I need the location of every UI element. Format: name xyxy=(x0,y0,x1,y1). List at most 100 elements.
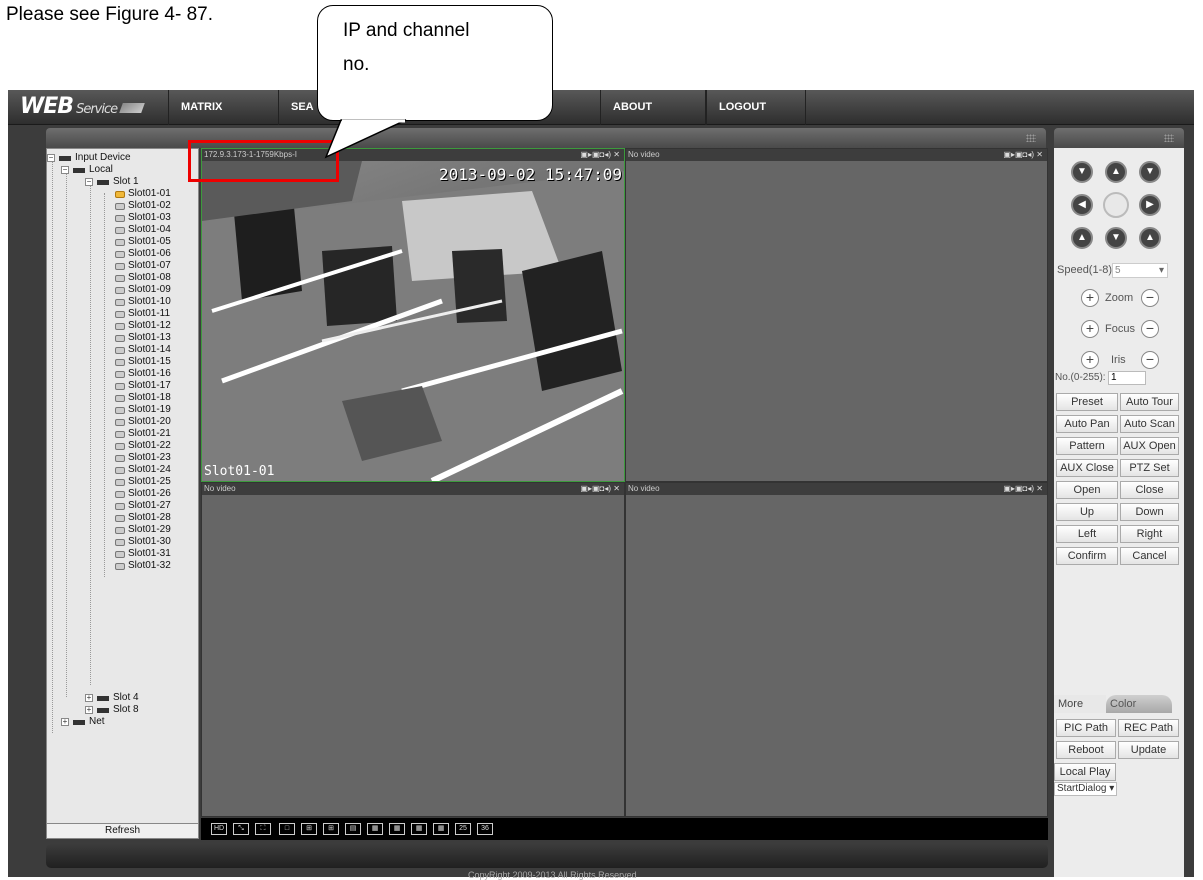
tree-channel-item[interactable]: Slot01-12 xyxy=(115,320,171,332)
video-control-icons[interactable]: ▣▸▣◘◂) ✕ xyxy=(580,149,620,161)
ptz-right-icon[interactable]: ▶ xyxy=(1139,194,1161,216)
auto-pan-button[interactable]: Auto Pan xyxy=(1056,415,1118,433)
reboot-button[interactable]: Reboot xyxy=(1056,741,1116,759)
tree-channel-item[interactable]: Slot01-01 xyxy=(115,188,171,200)
focus-minus-icon[interactable]: − xyxy=(1141,320,1159,338)
auto-tour-button[interactable]: Auto Tour xyxy=(1120,393,1179,411)
start-dialog-select[interactable]: StartDialog ▾ xyxy=(1054,782,1118,796)
layout-8-icon[interactable]: ▤ xyxy=(345,823,361,835)
tree-node-local[interactable]: − Local xyxy=(61,164,113,176)
tree-channel-item[interactable]: Slot01-15 xyxy=(115,356,171,368)
tree-channel-item[interactable]: Slot01-31 xyxy=(115,548,171,560)
tree-channel-item[interactable]: Slot01-08 xyxy=(115,272,171,284)
ptz-left-down-icon[interactable]: ▲ xyxy=(1071,227,1093,249)
speed-select[interactable]: 5 ▾ xyxy=(1112,263,1168,278)
tree-channel-item[interactable]: Slot01-11 xyxy=(115,308,170,320)
video-control-icons[interactable]: ▣▸▣◘◂) ✕ xyxy=(1003,149,1043,161)
ptz-up-icon[interactable]: ▲ xyxy=(1105,161,1127,183)
left-button[interactable]: Left xyxy=(1056,525,1118,543)
tree-channel-item[interactable]: Slot01-14 xyxy=(115,344,171,356)
tree-node-slot4[interactable]: + Slot 4 xyxy=(85,692,139,704)
preset-no-input[interactable]: 1 xyxy=(1108,371,1146,385)
tree-channel-item[interactable]: Slot01-16 xyxy=(115,368,171,380)
layout-16-icon[interactable]: ▦ xyxy=(411,823,427,835)
collapse-icon[interactable]: − xyxy=(61,166,69,174)
layout-4-icon[interactable]: ⊞ xyxy=(301,823,317,835)
up-button[interactable]: Up xyxy=(1056,503,1118,521)
down-button[interactable]: Down xyxy=(1120,503,1179,521)
expand-icon[interactable]: + xyxy=(61,718,69,726)
confirm-button[interactable]: Confirm xyxy=(1056,547,1118,565)
aux-close-button[interactable]: AUX Close xyxy=(1056,459,1118,477)
local-play-button[interactable]: Local Play xyxy=(1054,763,1116,781)
nav-logout[interactable]: LOGOUT xyxy=(706,90,806,125)
layout-6-icon[interactable]: ⊞ xyxy=(323,823,339,835)
preset-button[interactable]: Preset xyxy=(1056,393,1118,411)
video-control-icons[interactable]: ▣▸▣◘◂) ✕ xyxy=(1003,483,1043,495)
ptz-set-button[interactable]: PTZ Set xyxy=(1120,459,1179,477)
zoom-plus-icon[interactable]: + xyxy=(1081,289,1099,307)
pic-path-button[interactable]: PIC Path xyxy=(1056,719,1116,737)
tree-channel-item[interactable]: Slot01-27 xyxy=(115,500,171,512)
iris-plus-icon[interactable]: + xyxy=(1081,351,1099,369)
tree-channel-item[interactable]: Slot01-04 xyxy=(115,224,171,236)
focus-plus-icon[interactable]: + xyxy=(1081,320,1099,338)
tree-channel-item[interactable]: Slot01-19 xyxy=(115,404,171,416)
tree-channel-item[interactable]: Slot01-25 xyxy=(115,476,171,488)
iris-minus-icon[interactable]: − xyxy=(1141,351,1159,369)
tree-channel-item[interactable]: Slot01-09 xyxy=(115,284,171,296)
grip-icon[interactable] xyxy=(1026,134,1036,142)
video-control-icons[interactable]: ▣▸▣◘◂) ✕ xyxy=(580,483,620,495)
tree-channel-item[interactable]: Slot01-30 xyxy=(115,536,171,548)
nav-matrix-control[interactable]: MATRIX CONTROL xyxy=(168,90,278,148)
tree-channel-item[interactable]: Slot01-23 xyxy=(115,452,171,464)
layout-13-icon[interactable]: ▦ xyxy=(389,823,405,835)
layout-36-button[interactable]: 36 xyxy=(477,823,493,835)
tree-node-slot8[interactable]: + Slot 8 xyxy=(85,704,139,716)
auto-scan-button[interactable]: Auto Scan xyxy=(1120,415,1179,433)
expand-icon[interactable]: + xyxy=(85,694,93,702)
ptz-right-up-icon[interactable]: ▼ xyxy=(1139,161,1161,183)
open-button[interactable]: Open xyxy=(1056,481,1118,499)
tree-channel-item[interactable]: Slot01-26 xyxy=(115,488,171,500)
tree-channel-item[interactable]: Slot01-20 xyxy=(115,416,171,428)
tree-channel-item[interactable]: Slot01-18 xyxy=(115,392,171,404)
ptz-left-up-icon[interactable]: ▼ xyxy=(1071,161,1093,183)
collapse-icon[interactable]: − xyxy=(47,154,55,162)
grip-icon[interactable] xyxy=(1164,134,1174,142)
layout-hd-icon[interactable]: HD xyxy=(211,823,227,835)
video-window-4[interactable]: No video ▣▸▣◘◂) ✕ xyxy=(625,482,1048,817)
nav-about[interactable]: ABOUT xyxy=(600,90,706,125)
rec-path-button[interactable]: REC Path xyxy=(1118,719,1179,737)
layout-9-icon[interactable]: ▦ xyxy=(367,823,383,835)
tree-channel-item[interactable]: Slot01-03 xyxy=(115,212,171,224)
tree-node-slot1[interactable]: − Slot 1 xyxy=(85,176,139,188)
video-window-1[interactable]: 172.9.3.173-1-1759Kbps-I ▣▸▣◘◂) ✕ 2013-09… xyxy=(201,148,625,482)
tree-channel-item[interactable]: Slot01-07 xyxy=(115,260,171,272)
ptz-center-icon[interactable] xyxy=(1103,192,1129,218)
collapse-icon[interactable]: − xyxy=(85,178,93,186)
tree-node-net[interactable]: + Net xyxy=(61,716,105,728)
tree-channel-item[interactable]: Slot01-22 xyxy=(115,440,171,452)
tab-more[interactable]: More xyxy=(1054,695,1106,713)
tree-channel-item[interactable]: Slot01-02 xyxy=(115,200,171,212)
ptz-down-icon[interactable]: ▼ xyxy=(1105,227,1127,249)
aux-open-button[interactable]: AUX Open xyxy=(1120,437,1179,455)
close-button[interactable]: Close xyxy=(1120,481,1179,499)
layout-fullscreen-icon[interactable]: ⛶ xyxy=(255,823,271,835)
layout-1-icon[interactable]: □ xyxy=(279,823,295,835)
layout-resize-icon[interactable]: ⤡ xyxy=(233,823,249,835)
tree-channel-item[interactable]: Slot01-17 xyxy=(115,380,171,392)
tree-channel-item[interactable]: Slot01-13 xyxy=(115,332,171,344)
tree-node-input-device[interactable]: − Input Device xyxy=(47,152,131,164)
layout-20-icon[interactable]: ▦ xyxy=(433,823,449,835)
nav-search[interactable]: SEA xyxy=(278,90,318,125)
tree-channel-item[interactable]: Slot01-21 xyxy=(115,428,171,440)
pattern-button[interactable]: Pattern xyxy=(1056,437,1118,455)
video-window-3[interactable]: No video ▣▸▣◘◂) ✕ xyxy=(201,482,625,817)
video-window-2[interactable]: No video ▣▸▣◘◂) ✕ xyxy=(625,148,1048,482)
tree-channel-item[interactable]: Slot01-29 xyxy=(115,524,171,536)
tree-channel-item[interactable]: Slot01-05 xyxy=(115,236,171,248)
right-button[interactable]: Right xyxy=(1120,525,1179,543)
ptz-left-icon[interactable]: ◀ xyxy=(1071,194,1093,216)
